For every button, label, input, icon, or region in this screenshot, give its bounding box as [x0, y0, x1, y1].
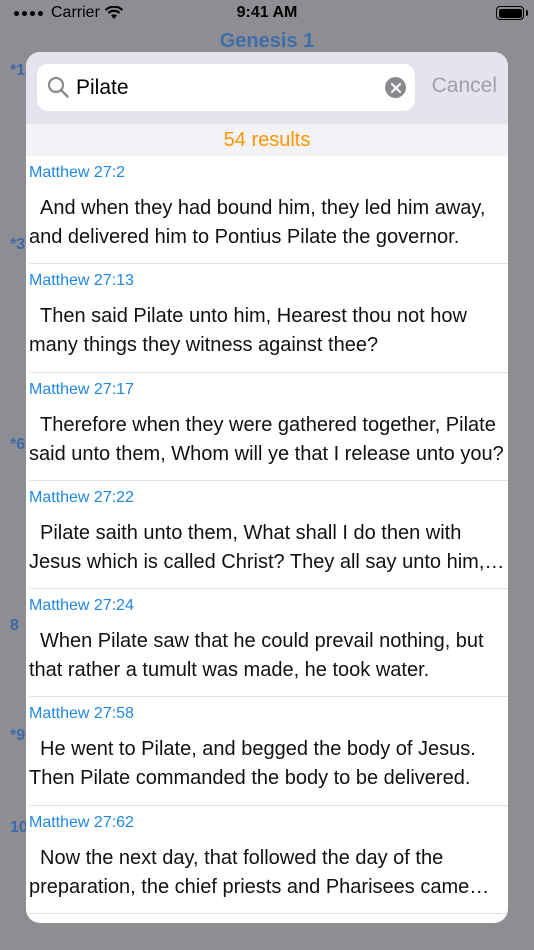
clear-search-icon[interactable]: [385, 77, 406, 98]
divider: [29, 913, 508, 915]
search-icon: [47, 76, 69, 98]
result-text: Then said Pilate unto him, Hearest thou …: [29, 305, 467, 357]
result-item[interactable]: Matthew 27:58 He went to Pilate, and beg…: [26, 697, 508, 806]
result-reference[interactable]: Matthew 27:62: [29, 814, 134, 832]
search-input[interactable]: [76, 64, 376, 111]
result-item[interactable]: Matthew 27:62 Now the next day, that fol…: [26, 806, 508, 915]
background-verse-marker: *3: [10, 236, 26, 253]
result-reference[interactable]: Matthew 27:17: [29, 381, 134, 399]
search-sheet: Cancel 54 results Matthew 27:2 And when …: [26, 52, 508, 923]
result-text: Now the next day, that followed the day …: [29, 846, 470, 898]
status-time: 9:41 AM: [236, 4, 298, 21]
result-item[interactable]: Matthew 27:13 Then said Pilate unto him,…: [26, 264, 508, 373]
result-reference[interactable]: Matthew 27:24: [29, 597, 134, 615]
search-bar: Cancel: [26, 52, 508, 124]
result-reference[interactable]: Matthew 27:13: [29, 272, 134, 290]
result-item[interactable]: Matthew 27:24 When Pilate saw that he co…: [26, 589, 508, 698]
result-item[interactable]: Matthew 27:17 Therefore when they were g…: [26, 373, 508, 481]
result-text: Therefore when they were gathered togeth…: [29, 413, 504, 465]
result-text: And when they had bound him, they led hi…: [29, 197, 486, 248]
battery-icon: [496, 6, 524, 20]
result-item[interactable]: Matthew 27:2 And when they had bound him…: [26, 156, 508, 265]
result-text: When Pilate saw that he could prevail no…: [29, 630, 484, 682]
results-count: 54 results: [26, 124, 508, 156]
search-field[interactable]: [37, 64, 415, 111]
background-verse-marker: *1: [10, 62, 26, 79]
results-list: Matthew 27:2 And when they had bound him…: [26, 156, 508, 915]
result-reference[interactable]: Matthew 27:22: [29, 489, 134, 507]
result-text: Pilate saith unto them, What shall I do …: [29, 521, 485, 573]
background-verse-marker: *9: [10, 727, 26, 744]
background-title: Genesis 1: [219, 30, 315, 52]
result-text: He went to Pilate, and begged the body o…: [29, 738, 476, 790]
background-verse-marker: *6: [10, 436, 26, 453]
result-reference[interactable]: Matthew 27:58: [29, 705, 134, 723]
cancel-button[interactable]: Cancel: [432, 74, 497, 98]
background-verse-marker: 8: [10, 617, 19, 634]
result-item[interactable]: Matthew 27:22 Pilate saith unto them, Wh…: [26, 481, 508, 590]
status-bar: Carrier 9:41 AM: [0, 0, 534, 28]
result-reference[interactable]: Matthew 27:2: [29, 164, 125, 182]
